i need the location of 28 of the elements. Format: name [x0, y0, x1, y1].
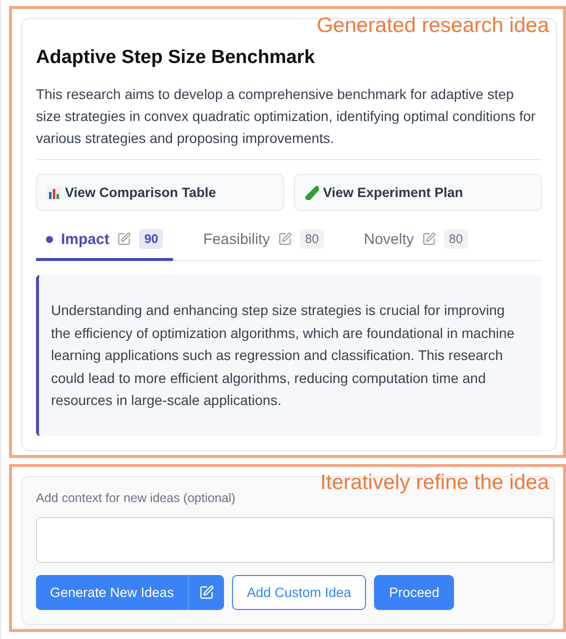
edit-icon [198, 584, 214, 600]
score-tab[interactable]: Novelty 80 [354, 219, 478, 261]
annotation-label: Generated research idea [316, 14, 549, 38]
tab-label: Novelty [364, 230, 414, 248]
score-badge: 90 [139, 229, 164, 249]
edit-icon[interactable] [117, 232, 132, 246]
idea-description: This research aims to develop a comprehensive benchmark for adaptive step size strategies in convex quadratic optimization, identifying optimal conditions for various strategies and proposing improvements. [36, 83, 542, 160]
annotation-label: Iteratively refine the idea [320, 470, 549, 494]
edit-icon[interactable] [278, 232, 292, 246]
score-badge: 80 [300, 229, 324, 249]
add-custom-idea-button[interactable]: Add Custom Idea [232, 574, 366, 610]
score-badge: 80 [444, 229, 468, 249]
edit-icon[interactable] [422, 232, 436, 246]
view-button[interactable]: View Comparison Table [36, 174, 284, 211]
score-tab[interactable]: Impact 90 [36, 219, 174, 261]
bar-chart-icon [47, 186, 61, 200]
tab-content: Understanding and enhancing step size strategies is crucial for improving the efficiency of optimization algorithms, which are foundational in machine learning applications such as regression and classification. This research could lead to more efficient algorithms, reducing computation time and resources in large-scale applications. [36, 275, 542, 436]
view-button[interactable]: View Experiment Plan [294, 174, 542, 211]
idea-title: Adaptive Step Size Benchmark [36, 47, 316, 69]
tab-label: Feasibility [203, 230, 270, 248]
edit-button[interactable] [188, 574, 224, 610]
context-input-field[interactable] [36, 516, 554, 562]
tab-label: Impact [61, 230, 110, 248]
context-label: Add context for new ideas (optional) [36, 490, 236, 504]
score-tab[interactable]: Feasibility 80 [193, 219, 334, 261]
test-tube-icon [305, 186, 319, 200]
active-dot-icon [46, 236, 53, 242]
proceed-button[interactable]: Proceed [374, 574, 454, 610]
